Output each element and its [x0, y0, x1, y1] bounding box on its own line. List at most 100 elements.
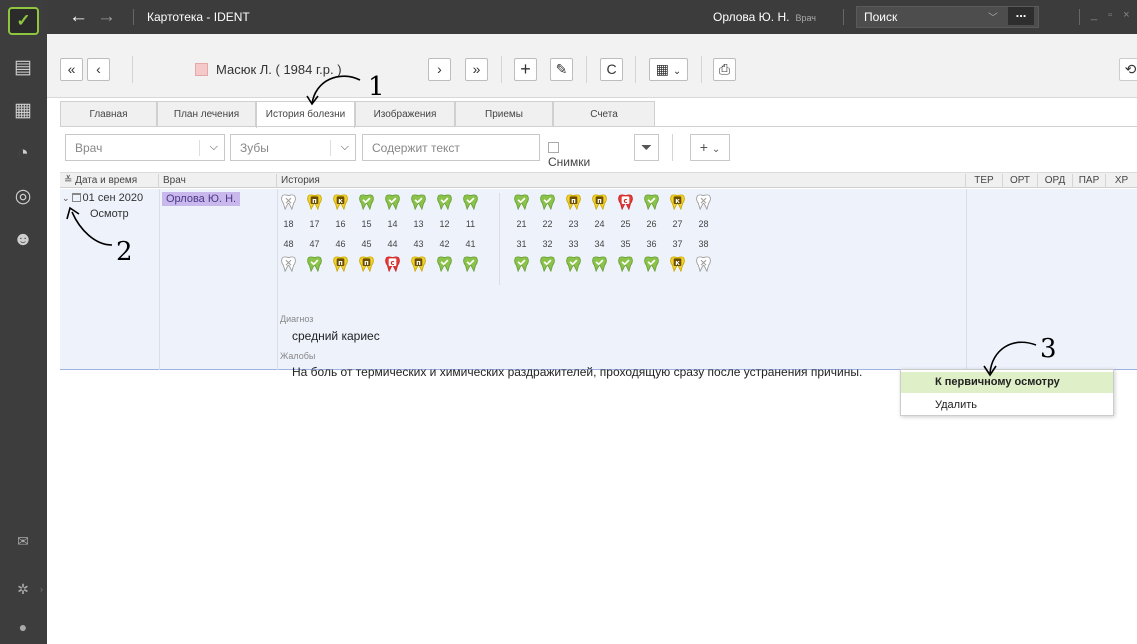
tooth-26-icon[interactable] — [643, 193, 660, 210]
tooth-48-icon[interactable] — [280, 255, 297, 272]
column-doctor[interactable]: Врач — [159, 174, 277, 188]
tab-images[interactable]: Изображения — [355, 101, 455, 127]
print-button[interactable]: ⎙ — [713, 58, 736, 81]
tooth-36-icon[interactable] — [643, 255, 660, 272]
dental-chart: 18 п 17 к 16 15 14 13 12 11 21 22 п 23 п 24 с 25 26 к 27 28 48… — [280, 193, 740, 303]
tooth-number: 48 — [283, 239, 294, 249]
tab-appointments[interactable]: Приемы — [455, 101, 553, 127]
tooth-number: 41 — [465, 239, 476, 249]
calendar-button[interactable]: ▦ ⌄ — [649, 58, 688, 81]
tooth-number: 38 — [698, 239, 709, 249]
tooth-43-icon[interactable]: п — [410, 255, 427, 272]
clear-filter-button[interactable]: ⏷ — [634, 134, 659, 161]
tooth-number: 43 — [413, 239, 424, 249]
search-more-button[interactable]: ... — [1008, 6, 1034, 25]
current-user[interactable]: Орлова Ю. Н. Врач — [713, 10, 816, 24]
back-icon[interactable]: ← — [69, 6, 88, 28]
table-row[interactable]: ⌄ 01 сен 2020 Осмотр Орлова Ю. Н. 18 п 17 к 1… — [60, 189, 1137, 379]
record-date[interactable]: ⌄ 01 сен 2020 — [62, 192, 143, 204]
mail-icon[interactable]: ✉ — [9, 528, 37, 554]
add-record-button[interactable]: + ⌄ — [690, 134, 730, 161]
tab-medical-history[interactable]: История болезни — [256, 101, 355, 128]
menu-item-delete[interactable]: Удалить — [901, 395, 1113, 416]
tooth-35-icon[interactable] — [617, 255, 634, 272]
record-type: Осмотр — [90, 208, 129, 220]
column-history[interactable]: История — [277, 174, 966, 188]
window-controls[interactable]: _ ▫ × — [1091, 9, 1134, 21]
tooth-17-icon[interactable]: п — [306, 193, 323, 210]
chevron-down-icon[interactable]: ﹀ — [988, 9, 998, 24]
tooth-21-icon[interactable] — [513, 193, 530, 210]
user-icon[interactable]: ● — [9, 614, 37, 640]
tooth-46-icon[interactable]: п — [332, 255, 349, 272]
context-menu: К первичному осмотру Удалить — [900, 369, 1114, 416]
search-input[interactable]: Поиск ﹀... — [856, 6, 1039, 28]
tooth-32-icon[interactable] — [539, 255, 556, 272]
divider — [132, 56, 133, 83]
tooth-12-icon[interactable] — [436, 193, 453, 210]
tooth-33-icon[interactable] — [565, 255, 582, 272]
tooth-31-icon[interactable] — [513, 255, 530, 272]
gear-icon[interactable]: ✲ — [9, 576, 37, 602]
tooth-45-icon[interactable]: п — [358, 255, 375, 272]
prev-record-button[interactable]: ‹ — [87, 58, 110, 81]
last-record-button[interactable]: » — [465, 58, 488, 81]
teeth-filter-label: Зубы — [240, 141, 269, 155]
tooth-41-icon[interactable] — [462, 255, 479, 272]
tooth-18-icon[interactable] — [280, 193, 297, 210]
text-filter-input[interactable]: Содержит текст — [362, 134, 540, 161]
sort-icon: ≚ — [64, 175, 76, 186]
tooth-23-icon[interactable]: п — [565, 193, 582, 210]
tooth-27-icon[interactable]: к — [669, 193, 686, 210]
column-ord[interactable]: ОРД — [1038, 174, 1073, 188]
column-date[interactable]: ≚ Дата и время — [60, 174, 159, 188]
column-par[interactable]: ПАР — [1073, 174, 1106, 188]
tooth-34-icon[interactable] — [591, 255, 608, 272]
tooth-38-icon[interactable] — [695, 255, 712, 272]
refresh-button[interactable]: C — [600, 58, 623, 81]
divider — [501, 56, 502, 83]
tab-invoices[interactable]: Счета — [553, 101, 655, 127]
tooth-number: 11 — [465, 219, 476, 229]
svg-text:с: с — [390, 259, 394, 267]
next-record-button[interactable]: › — [428, 58, 451, 81]
tooth-16-icon[interactable]: к — [332, 193, 349, 210]
clock-icon[interactable]: ◔ — [9, 141, 37, 167]
cards-icon[interactable]: ▤ — [9, 55, 37, 81]
text-filter-placeholder: Содержит текст — [372, 141, 460, 155]
tooth-47-icon[interactable] — [306, 255, 323, 272]
tooth-37-icon[interactable]: к — [669, 255, 686, 272]
images-checkbox[interactable]: Снимки — [548, 141, 590, 169]
payments-icon[interactable]: ◎ — [9, 184, 37, 210]
menu-item-to-primary-exam[interactable]: К первичному осмотру — [901, 372, 1113, 393]
tooth-28-icon[interactable] — [695, 193, 712, 210]
tooth-13-icon[interactable] — [410, 193, 427, 210]
tooth-15-icon[interactable] — [358, 193, 375, 210]
column-ter[interactable]: ТЕР — [966, 174, 1003, 188]
tab-main[interactable]: Главная — [60, 101, 157, 127]
tooth-24-icon[interactable]: п — [591, 193, 608, 210]
tooth-25-icon[interactable]: с — [617, 193, 634, 210]
column-ort[interactable]: ОРТ — [1003, 174, 1038, 188]
complaints-label: Жалобы — [280, 351, 316, 361]
history-button[interactable]: ⟲ — [1119, 58, 1137, 81]
forward-icon[interactable]: → — [97, 6, 116, 28]
tab-underline — [60, 126, 1137, 127]
first-record-button[interactable]: « — [60, 58, 83, 81]
add-button[interactable]: + — [514, 58, 537, 81]
edit-button[interactable]: ✎ — [550, 58, 573, 81]
tooth-11-icon[interactable] — [462, 193, 479, 210]
tooth-44-icon[interactable]: с — [384, 255, 401, 272]
schedule-icon[interactable]: ▦ — [9, 98, 37, 124]
app-logo-icon[interactable]: ✓ — [8, 7, 39, 35]
tab-treatment-plan[interactable]: План лечения — [157, 101, 256, 127]
teeth-filter-select[interactable]: Зубы ⌵ — [230, 134, 356, 161]
chevron-down-icon[interactable]: ⌄ — [62, 193, 70, 203]
tooth-number: 31 — [516, 239, 527, 249]
users-icon[interactable]: ☻ — [9, 227, 37, 253]
tooth-42-icon[interactable] — [436, 255, 453, 272]
column-hir[interactable]: ХР — [1106, 174, 1137, 188]
tooth-22-icon[interactable] — [539, 193, 556, 210]
doctor-filter-select[interactable]: Врач ⌵ — [65, 134, 225, 161]
tooth-14-icon[interactable] — [384, 193, 401, 210]
